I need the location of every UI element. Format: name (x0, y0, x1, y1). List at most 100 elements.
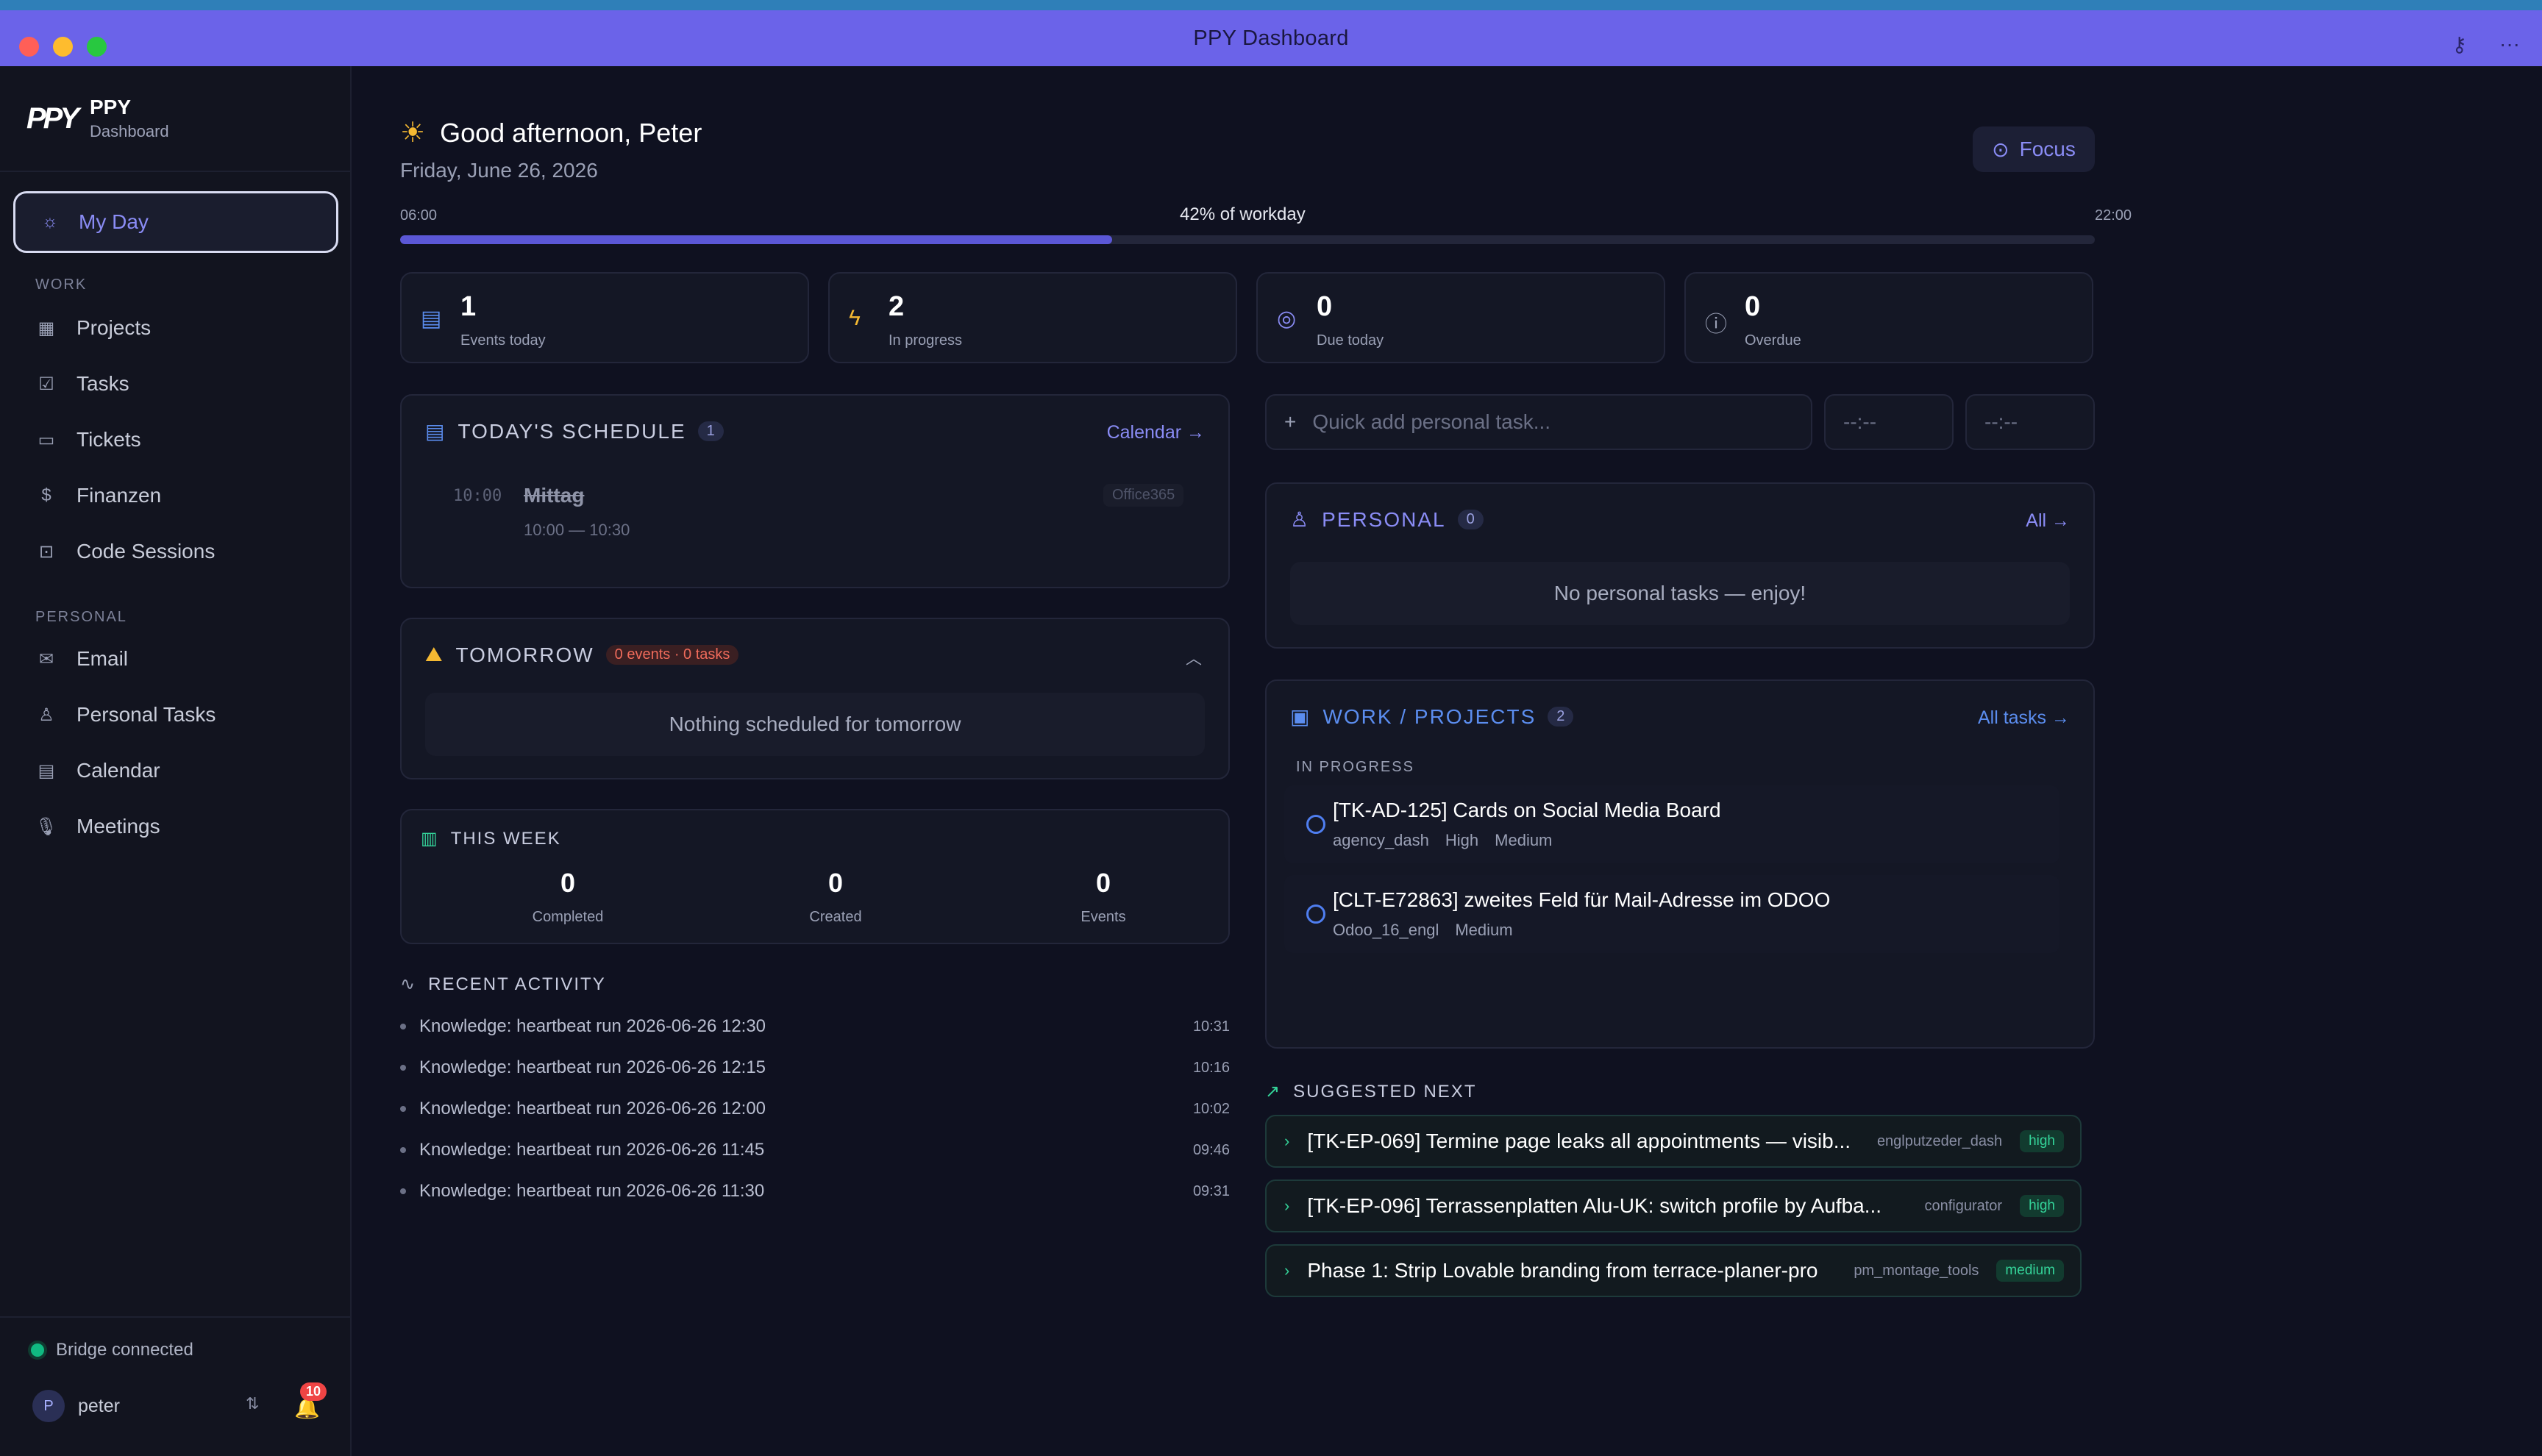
current-date: Friday, June 26, 2026 (400, 159, 598, 182)
task-row[interactable]: [CLT-E72863] zweites Feld für Mail-Adres… (1284, 875, 2059, 953)
close-window-button[interactable] (19, 37, 39, 57)
user-icon: ♙ (38, 704, 54, 725)
focus-button[interactable]: ⊙ Focus (1973, 126, 2095, 172)
personal-card: ♙ PERSONAL 0 All → No personal tasks — e… (1265, 482, 2095, 649)
workday-start: 06:00 (400, 207, 438, 224)
key-icon[interactable]: ⚷ (2452, 32, 2468, 57)
suggested-project: pm_montage_tools (1854, 1262, 1979, 1279)
task-row[interactable]: [TK-AD-125] Cards on Social Media Board … (1284, 785, 2059, 863)
sidebar-item-label: Tickets (76, 428, 141, 451)
quick-add-placeholder: Quick add personal task... (1312, 410, 1551, 433)
stat-value: 2 (889, 291, 905, 322)
activity-time: 09:31 (1192, 1182, 1230, 1199)
bridge-status: Bridge connected (31, 1340, 193, 1360)
user-icon: ♙ (1290, 508, 1311, 531)
stat-card-events[interactable]: ▤ 1 Events today (400, 272, 809, 363)
workday-progress-bar (400, 235, 2095, 244)
suggested-item[interactable]: › [TK-EP-069] Termine page leaks all app… (1265, 1115, 2082, 1168)
task-status-icon[interactable] (1306, 815, 1325, 834)
microphone-icon: 🎙 (35, 816, 58, 837)
sidebar-item-label: My Day (79, 210, 149, 233)
main-content: ☀ Good afternoon, Peter Friday, June 26,… (353, 66, 2542, 1456)
stat-card-overdue[interactable]: ⓘ 0 Overdue (1684, 272, 2093, 363)
tomorrow-summary-badge: 0 events · 0 tasks (605, 645, 739, 665)
stat-label: Overdue (1745, 332, 1801, 349)
count-badge: 2 (1548, 707, 1574, 727)
event-source: Office365 (1103, 484, 1184, 507)
minimize-window-button[interactable] (53, 37, 73, 57)
calendar-link[interactable]: Calendar → (1107, 422, 1205, 443)
brand[interactable]: PPY PPY Dashboard (26, 96, 169, 141)
recent-activity-title: RECENT ACTIVITY (428, 974, 606, 994)
activity-item[interactable]: Knowledge: heartbeat run 2026-06-26 11:3… (400, 1181, 1230, 1202)
schedule-title: TODAY'S SCHEDULE (458, 419, 686, 443)
task-status-icon[interactable] (1306, 904, 1325, 924)
alert-icon: ⓘ (1705, 313, 1727, 337)
stat-value: 0 (1745, 291, 1761, 322)
time-input-start[interactable]: --:-- (1824, 394, 1954, 450)
sidebar-item-personal-tasks[interactable]: ♙ Personal Tasks (35, 703, 216, 727)
sidebar-item-my-day[interactable]: ☼ My Day (13, 191, 338, 253)
task-title: [TK-AD-125] Cards on Social Media Board (1333, 799, 1721, 821)
sidebar-item-tickets[interactable]: ▭ Tickets (35, 428, 141, 452)
sun-icon: ☀ (400, 118, 426, 149)
activity-item[interactable]: Knowledge: heartbeat run 2026-06-26 12:3… (400, 1016, 1230, 1037)
sidebar-item-label: Calendar (76, 759, 160, 782)
priority-badge: high (2020, 1195, 2064, 1217)
sidebar-footer-divider (0, 1316, 352, 1318)
event-time: 10:00 (453, 487, 502, 505)
calendar-icon: ▤ (421, 307, 442, 331)
tomorrow-header[interactable]: ⛰ TOMORROW 0 events · 0 tasks (425, 643, 739, 667)
activity-item[interactable]: Knowledge: heartbeat run 2026-06-26 11:4… (400, 1140, 1230, 1160)
sidebar-item-tasks[interactable]: ☑ Tasks (35, 372, 129, 396)
chevron-right-icon: › (1284, 1196, 1290, 1215)
stat-card-due-today[interactable]: ◎ 0 Due today (1256, 272, 1665, 363)
quick-add-input[interactable]: + Quick add personal task... (1265, 394, 1812, 450)
target-icon: ◎ (1277, 307, 1297, 331)
week-stat-label: Created (809, 909, 862, 925)
sidebar-item-finanzen[interactable]: $ Finanzen (35, 484, 161, 507)
sidebar-item-label: Email (76, 647, 129, 670)
user-name: peter (78, 1395, 120, 1416)
time-input-end[interactable]: --:-- (1965, 394, 2095, 450)
sidebar-item-code-sessions[interactable]: ⊡ Code Sessions (35, 540, 215, 563)
work-title: WORK / PROJECTS (1322, 704, 1537, 728)
sidebar-item-email[interactable]: ✉ Email (35, 647, 128, 671)
sidebar-item-meetings[interactable]: 🎙 Meetings (35, 815, 160, 838)
count-badge: 1 (697, 421, 724, 441)
workday-end: 22:00 (2095, 207, 2132, 224)
maximize-window-button[interactable] (87, 37, 107, 57)
sidebar-item-label: Finanzen (76, 484, 162, 507)
week-stat-value: 0 (560, 868, 576, 898)
suggested-header: ↗ SUGGESTED NEXT (1265, 1081, 1476, 1102)
schedule-card: ▤ TODAY'S SCHEDULE 1 Calendar → 10:00 Mi… (400, 394, 1230, 588)
task-meta: Odoo_16_engl Medium (1333, 921, 1513, 940)
window-title: PPY Dashboard (1193, 26, 1349, 50)
section-label-work: WORK (35, 276, 88, 293)
this-week-title: THIS WEEK (450, 828, 561, 849)
activity-text: Knowledge: heartbeat run 2026-06-26 12:3… (419, 1016, 766, 1036)
activity-time: 09:46 (1192, 1141, 1230, 1158)
chevron-updown-icon[interactable]: ⇅ (246, 1394, 259, 1413)
sidebar-item-projects[interactable]: ▦ Projects (35, 316, 152, 340)
window-controls (19, 37, 107, 57)
activity-item[interactable]: Knowledge: heartbeat run 2026-06-26 12:0… (400, 1099, 1230, 1119)
more-icon[interactable]: ··· (2499, 32, 2520, 57)
week-stat-value: 0 (1095, 868, 1111, 898)
task-meta: agency_dash High Medium (1333, 831, 1552, 850)
activity-item[interactable]: Knowledge: heartbeat run 2026-06-26 12:1… (400, 1057, 1230, 1078)
personal-all-link[interactable]: All → (2026, 510, 2070, 532)
activity-time: 10:02 (1192, 1100, 1230, 1117)
stat-card-in-progress[interactable]: ϟ 2 In progress (828, 272, 1237, 363)
suggested-item[interactable]: › [TK-EP-096] Terrassenplatten Alu-UK: s… (1265, 1180, 2082, 1232)
stat-label: Due today (1317, 332, 1384, 349)
user-menu[interactable]: P peter (32, 1390, 120, 1422)
sidebar-item-calendar[interactable]: ▤ Calendar (35, 759, 160, 782)
sidebar-divider (0, 171, 352, 172)
suggested-item[interactable]: › Phase 1: Strip Lovable branding from t… (1265, 1244, 2082, 1297)
task-project: Odoo_16_engl (1333, 921, 1439, 939)
chevron-up-icon[interactable]: ︿ (1186, 646, 1202, 669)
tomorrow-title: TOMORROW (455, 643, 594, 666)
all-tasks-link[interactable]: All tasks → (1978, 707, 2070, 729)
stat-value: 1 (460, 291, 477, 322)
